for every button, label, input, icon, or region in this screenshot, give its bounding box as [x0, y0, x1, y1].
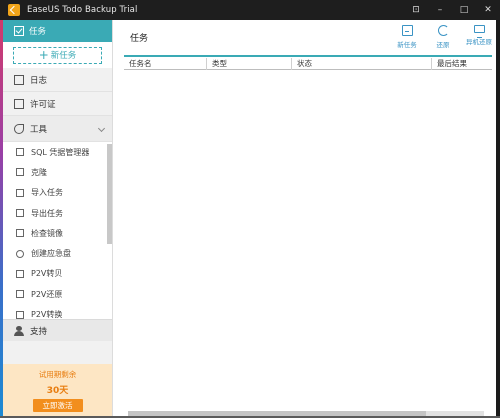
import-icon — [16, 188, 24, 197]
sidebar-item-support[interactable]: 支持 — [3, 319, 112, 341]
sidebar-item-log[interactable]: 日志 — [3, 68, 112, 92]
sidebar-item-license[interactable]: 许可证 — [3, 92, 112, 116]
app-logo-icon — [8, 4, 20, 16]
tool-item-label: P2V转贝 — [31, 269, 63, 279]
tools-submenu: SQL 凭据管理器 克隆 导入任务 导出任务 检查镜像 创建应急盘 P2V转贝 … — [3, 142, 112, 319]
trial-remaining-label: 试用期剩余 — [38, 370, 77, 379]
restore-toolbar-button[interactable]: 还原 — [430, 25, 456, 49]
maximize-button[interactable]: □ — [458, 4, 470, 16]
chevron-down-icon[interactable] — [97, 124, 106, 133]
window-border-right — [496, 20, 500, 418]
tool-item-p2v-copy[interactable]: P2V转贝 — [3, 264, 112, 284]
license-icon — [14, 98, 24, 109]
sidebar-item-tools[interactable]: 工具 — [3, 116, 112, 142]
bare-metal-restore-toolbar-button[interactable]: 异机还原 — [466, 25, 492, 49]
new-task-label: 新任务 — [50, 51, 77, 61]
tool-item-p2v-restore[interactable]: P2V还原 — [3, 284, 112, 304]
checkbox-icon — [14, 26, 24, 36]
sidebar: 任务 + 新任务 日志 许可证 工具 SQL 凭据管理器 克隆 导入任务 导出任… — [3, 20, 113, 416]
column-header-last-result[interactable]: 最后结果 — [432, 58, 492, 70]
plus-icon: + — [38, 48, 49, 62]
p2v-copy-icon — [16, 269, 24, 278]
new-task-toolbar-button[interactable]: 新任务 — [394, 25, 420, 49]
toolbar-label: 新任务 — [397, 41, 417, 49]
clone-icon — [16, 168, 24, 177]
tool-item-label: 创建应急盘 — [31, 249, 71, 259]
window-controls: ⊡ – □ ✕ — [410, 0, 494, 20]
tool-item-export[interactable]: 导出任务 — [3, 203, 112, 223]
tool-item-check-image[interactable]: 检查镜像 — [3, 223, 112, 243]
activate-button[interactable]: 立即激活 — [32, 399, 83, 412]
tool-item-label: SQL 凭据管理器 — [31, 147, 90, 157]
tool-item-label: P2V转换 — [31, 310, 63, 319]
restore-window-icon[interactable]: ⊡ — [410, 4, 422, 16]
trial-panel: 试用期剩余 30天 立即激活 — [3, 364, 112, 416]
tool-item-label: 导出任务 — [31, 208, 63, 218]
tool-item-label: 克隆 — [31, 167, 47, 177]
wrench-icon — [14, 123, 24, 134]
sidebar-item-label: 日志 — [30, 75, 48, 86]
sidebar-item-label: 任务 — [29, 27, 47, 37]
toolbar-label: 还原 — [436, 41, 450, 49]
horizontal-scrollbar[interactable] — [128, 411, 484, 416]
page-title: 任务 — [130, 34, 149, 44]
title-bar: EaseUS Todo Backup Trial ⊡ – □ ✕ — [0, 0, 500, 20]
new-task-button[interactable]: + 新任务 — [13, 46, 102, 64]
p2v-restore-icon — [16, 290, 24, 299]
window-title: EaseUS Todo Backup Trial — [27, 5, 138, 15]
task-table-header: 任务名 类型 状态 最后结果 — [124, 58, 492, 70]
sidebar-item-tasks[interactable]: 任务 — [3, 20, 112, 42]
trial-days: 30天 — [46, 386, 69, 396]
bare-metal-restore-icon — [473, 25, 485, 38]
tool-item-p2v-convert[interactable]: P2V转换 — [3, 304, 112, 319]
tool-item-sql[interactable]: SQL 凭据管理器 — [3, 142, 112, 162]
column-header-task-name[interactable]: 任务名 — [124, 58, 207, 70]
new-task-area: + 新任务 — [3, 42, 112, 68]
sidebar-item-label: 工具 — [30, 124, 48, 135]
tool-item-import[interactable]: 导入任务 — [3, 183, 112, 203]
tool-item-emergency-disk[interactable]: 创建应急盘 — [3, 243, 112, 263]
main-panel: 任务 新任务 还原 异机还原 任务名 类型 状态 最后结果 — [114, 20, 496, 416]
restore-icon — [437, 25, 449, 36]
tool-item-clone[interactable]: 克隆 — [3, 162, 112, 182]
sidebar-scrollbar[interactable] — [107, 144, 112, 244]
user-icon — [14, 325, 24, 336]
log-icon — [14, 74, 24, 85]
column-header-status[interactable]: 状态 — [292, 58, 432, 70]
tool-item-label: 导入任务 — [31, 188, 63, 198]
new-task-icon — [401, 25, 413, 36]
header-divider — [124, 55, 492, 57]
emergency-disk-icon — [16, 249, 24, 258]
p2v-convert-icon — [16, 310, 24, 319]
scrollbar-thumb[interactable] — [128, 411, 426, 416]
tool-item-label: P2V还原 — [31, 289, 63, 299]
export-icon — [16, 209, 24, 218]
column-header-type[interactable]: 类型 — [207, 58, 292, 70]
sidebar-item-label: 许可证 — [30, 99, 56, 110]
sql-icon — [16, 148, 24, 157]
close-button[interactable]: ✕ — [482, 4, 494, 16]
check-image-icon — [16, 229, 24, 238]
toolbar: 新任务 还原 异机还原 — [394, 25, 492, 49]
tool-item-label: 检查镜像 — [31, 228, 63, 238]
minimize-button[interactable]: – — [434, 4, 446, 16]
sidebar-item-label: 支持 — [30, 326, 48, 337]
